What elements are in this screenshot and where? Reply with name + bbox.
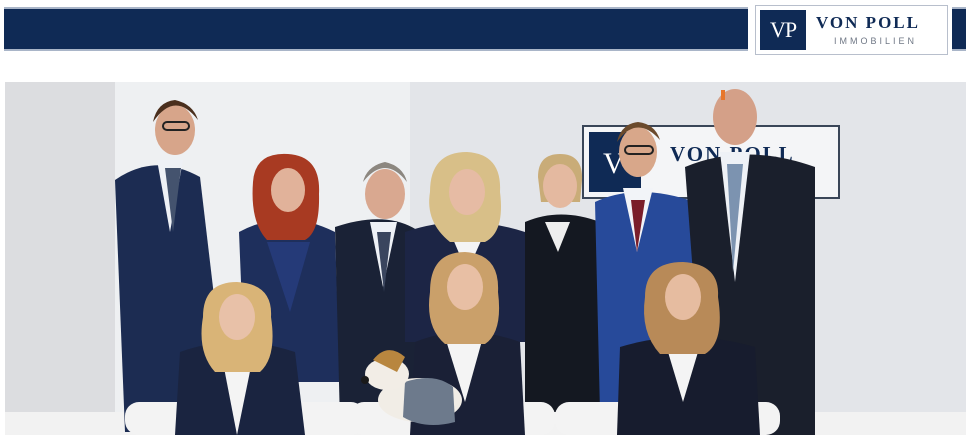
- team-photo: V VON POLL: [5, 82, 966, 435]
- logo-brand-name: VON POLL: [816, 13, 920, 32]
- logo-mark: VP: [760, 10, 806, 50]
- header-navy-band: [4, 7, 748, 51]
- header-navy-stub: [952, 7, 966, 51]
- logo-brand-sub: IMMOBILIEN: [834, 36, 918, 46]
- von-poll-logo[interactable]: VP VON POLL IMMOBILIEN: [755, 5, 948, 55]
- team-photo-illustration: V VON POLL: [5, 82, 966, 435]
- header-banner: VP VON POLL IMMOBILIEN: [0, 0, 966, 58]
